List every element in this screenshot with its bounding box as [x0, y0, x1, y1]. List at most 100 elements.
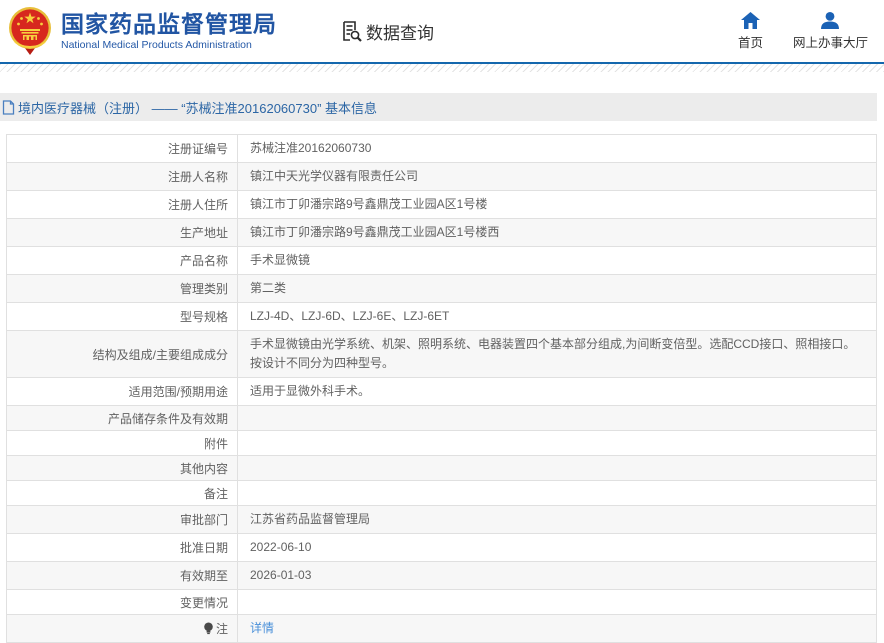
row-value: 镇江市丁卯潘宗路9号鑫鼎茂工业园A区1号楼	[237, 190, 877, 219]
home-icon	[740, 11, 760, 29]
row-label: 注册人住所	[6, 190, 238, 219]
row-label: 附件	[6, 430, 238, 456]
row-value: 手术显微镜	[237, 246, 877, 275]
bulb-icon	[203, 622, 214, 635]
table-row: 其他内容	[6, 455, 877, 481]
row-label: 生产地址	[6, 218, 238, 247]
row-value-text: LZJ-4D、LZJ-6D、LZJ-6E、LZJ-6ET	[250, 309, 450, 323]
row-label-text: 有效期至	[179, 569, 228, 583]
row-value-text: 江苏省药品监督管理局	[250, 512, 371, 526]
row-label-text: 备注	[203, 486, 228, 501]
data-query-button[interactable]: 数据查询	[339, 19, 434, 44]
row-value-text: 第二类	[250, 281, 287, 295]
row-value: 手术显微镜由光学系统、机架、照明系统、电器装置四个基本部分组成,为间断变倍型。选…	[237, 330, 877, 378]
row-value: 镇江中天光学仪器有限责任公司	[237, 162, 877, 191]
row-value: LZJ-4D、LZJ-6D、LZJ-6E、LZJ-6ET	[237, 302, 877, 331]
table-row: 管理类别 第二类	[6, 274, 877, 303]
row-label-text: 结构及组成/主要组成成分	[92, 347, 228, 362]
detail-link[interactable]: 详情	[250, 621, 274, 635]
row-label-text: 注册证编号	[167, 142, 228, 156]
row-label: 批准日期	[6, 533, 238, 562]
row-value-text: 适用于显微外科手术。	[250, 384, 371, 398]
nmpa-logo: 国家药品监督管理局 National Medical Products Admi…	[8, 6, 277, 56]
row-label-text: 批准日期	[179, 541, 228, 555]
row-value: 详情	[237, 614, 877, 643]
user-icon	[821, 11, 840, 29]
row-value-text: 2022-06-10	[250, 540, 312, 554]
row-value: 2026-01-03	[237, 561, 877, 590]
table-row: 注册人名称 镇江中天光学仪器有限责任公司	[6, 162, 877, 191]
data-query-label: 数据查询	[366, 23, 434, 43]
row-label-text: 适用范围/预期用途	[128, 385, 228, 399]
row-label: 有效期至	[6, 561, 238, 590]
row-label: 结构及组成/主要组成成分	[6, 330, 238, 378]
table-row: 变更情况	[6, 589, 877, 615]
row-value: 第二类	[237, 274, 877, 303]
table-row: 注册人住所 镇江市丁卯潘宗路9号鑫鼎茂工业园A区1号楼	[6, 190, 877, 219]
row-value-text: 苏械注准20162060730	[250, 141, 372, 155]
row-value	[237, 455, 877, 481]
row-label: 管理类别	[6, 274, 238, 303]
row-value	[237, 589, 877, 615]
row-value-text: 镇江市丁卯潘宗路9号鑫鼎茂工业园A区1号楼西	[250, 225, 500, 239]
nav-home[interactable]: 首页	[737, 11, 763, 51]
header-hatch-divider	[0, 64, 884, 72]
row-value	[237, 405, 877, 431]
row-value	[237, 430, 877, 456]
row-value: 江苏省药品监督管理局	[237, 505, 877, 534]
row-value-text: 镇江市丁卯潘宗路9号鑫鼎茂工业园A区1号楼	[250, 197, 488, 211]
table-row: 审批部门 江苏省药品监督管理局	[6, 505, 877, 534]
breadcrumb: 境内医疗器械（注册） —— “苏械注准20162060730” 基本信息	[0, 93, 877, 121]
table-row: 生产地址 镇江市丁卯潘宗路9号鑫鼎茂工业园A区1号楼西	[6, 218, 877, 247]
national-emblem-icon	[8, 6, 52, 56]
row-value-text: 手术显微镜由光学系统、机架、照明系统、电器装置四个基本部分组成,为间断变倍型。选…	[250, 337, 856, 370]
row-label: 注册证编号	[6, 134, 238, 163]
row-label: 注册人名称	[6, 162, 238, 191]
row-label-text: 注册人住所	[167, 198, 228, 212]
row-label: 产品储存条件及有效期	[6, 405, 238, 431]
row-label-text: 型号规格	[179, 310, 228, 324]
nav-home-label: 首页	[737, 35, 763, 50]
row-label: 审批部门	[6, 505, 238, 534]
row-label-text: 管理类别	[179, 282, 228, 296]
row-label: 型号规格	[6, 302, 238, 331]
nav-service-hall[interactable]: 网上办事大厅	[792, 11, 868, 51]
row-label-text: 生产地址	[179, 226, 228, 240]
table-row: 产品名称 手术显微镜	[6, 246, 877, 275]
row-value-text: 镇江中天光学仪器有限责任公司	[250, 169, 419, 183]
row-label: 注	[6, 614, 238, 643]
table-row: 结构及组成/主要组成成分 手术显微镜由光学系统、机架、照明系统、电器装置四个基本部…	[6, 330, 877, 378]
table-row: 备注	[6, 480, 877, 506]
row-label-text: 变更情况	[179, 595, 228, 610]
table-row: 注 详情	[6, 614, 877, 643]
table-row: 产品储存条件及有效期	[6, 405, 877, 431]
header: 国家药品监督管理局 National Medical Products Admi…	[0, 0, 884, 64]
org-title-en: National Medical Products Administration	[61, 39, 252, 51]
row-label-text: 产品储存条件及有效期	[107, 411, 228, 426]
header-nav: 首页 网上办事大厅	[737, 11, 878, 51]
table-row: 注册证编号 苏械注准20162060730	[6, 134, 877, 163]
row-value-text: 手术显微镜	[250, 253, 311, 267]
row-label-text: 其他内容	[179, 461, 228, 476]
row-value: 苏械注准20162060730	[237, 134, 877, 163]
row-label-text: 注册人名称	[167, 170, 228, 184]
row-value-text: 2026-01-03	[250, 568, 312, 582]
table-row: 附件	[6, 430, 877, 456]
row-label: 产品名称	[6, 246, 238, 275]
info-table-body: 注册证编号 苏械注准20162060730 注册人名称 镇江中天光学仪器有限责任公司注…	[6, 134, 877, 643]
row-value: 镇江市丁卯潘宗路9号鑫鼎茂工业园A区1号楼西	[237, 218, 877, 247]
document-search-icon	[339, 19, 363, 43]
row-label: 其他内容	[6, 455, 238, 481]
table-row: 型号规格 LZJ-4D、LZJ-6D、LZJ-6E、LZJ-6ET	[6, 302, 877, 331]
table-row: 适用范围/预期用途 适用于显微外科手术。	[6, 377, 877, 406]
row-label: 变更情况	[6, 589, 238, 615]
page-icon	[2, 99, 15, 115]
registration-info-table: 注册证编号 苏械注准20162060730 注册人名称 镇江中天光学仪器有限责任公司注…	[6, 134, 877, 643]
row-label-text: 审批部门	[179, 513, 228, 527]
row-label: 适用范围/预期用途	[6, 377, 238, 406]
row-label-text: 附件	[203, 436, 228, 451]
row-value: 2022-06-10	[237, 533, 877, 562]
table-row: 批准日期 2022-06-10	[6, 533, 877, 562]
nav-service-hall-label: 网上办事大厅	[792, 35, 868, 50]
breadcrumb-text: 境内医疗器械（注册） —— “苏械注准20162060730” 基本信息	[18, 100, 378, 116]
